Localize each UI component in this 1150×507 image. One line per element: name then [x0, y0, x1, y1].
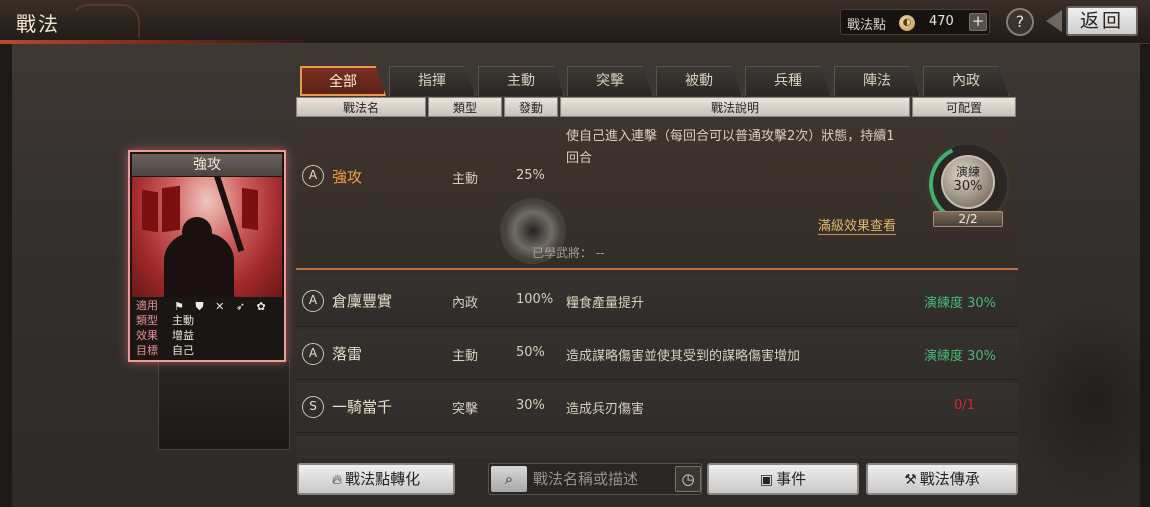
col-trigger-rate[interactable]: 發動 [504, 97, 558, 117]
card-type-key: 類型 [136, 314, 158, 327]
table-row[interactable]: S 一騎當千 突擊 30% 造成兵刃傷害 0/1 [296, 383, 1018, 433]
tab-active[interactable]: 主動 [478, 66, 564, 96]
tactic-type: 主動 [452, 172, 479, 187]
event-button[interactable]: ▣ 事件 [707, 463, 859, 495]
tactic-points-label: 戰法點 [847, 18, 887, 33]
clock-icon[interactable]: ◷ [675, 466, 701, 492]
card-apply-row: 適用 ⚑ ⛊ ✕ ➶ ✿ [134, 298, 284, 313]
card-title: 強攻 [132, 154, 282, 176]
tactic-name: 強攻 [332, 168, 363, 186]
inherit-label: 戰法傳承 [919, 470, 980, 488]
tab-passive[interactable]: 被動 [656, 66, 742, 96]
column-header: 戰法名 類型 發動 戰法說明 可配置 [296, 97, 1018, 117]
convert-points-label: 戰法點轉化 [345, 470, 421, 488]
warrior-head [182, 217, 212, 247]
convert-points-button[interactable]: 🔥︎ 戰法點轉化 [297, 463, 455, 495]
banner-shape [142, 189, 158, 233]
add-points-button[interactable]: + [969, 13, 987, 31]
tactic-type: 主動 [452, 349, 479, 364]
banner-shape [162, 185, 180, 233]
proficiency-value: 演練度 30% [924, 296, 997, 311]
tactic-rate: 100% [516, 292, 554, 307]
table-row[interactable] [296, 436, 1018, 458]
tab-all[interactable]: 全部 [300, 66, 386, 96]
inherit-button[interactable]: ⚒ 戰法傳承 [866, 463, 1018, 495]
tactic-description: 糧食產量提升 [566, 296, 645, 311]
grade-badge: A [302, 165, 324, 187]
selected-tactic-row[interactable]: A 強攻 主動 25% 使自己進入連擊（每回合可以普通攻擊2次）狀態，持續1回合… [296, 120, 1018, 270]
tactic-rate: 50% [516, 345, 545, 360]
tactic-name: 落雷 [332, 345, 363, 363]
col-tactic-name[interactable]: 戰法名 [296, 97, 426, 117]
search-box: ⌕ ◷ [488, 463, 702, 495]
practice-count: 2/2 [933, 211, 1003, 227]
grade-badge: A [302, 343, 324, 365]
back-button[interactable]: 返回 [1046, 6, 1140, 36]
tab-command[interactable]: 指揮 [389, 66, 475, 96]
card-effect-row: 效果 增益 [134, 328, 284, 343]
back-arrow-icon [1046, 10, 1062, 32]
tactic-card: 強攻 適用 ⚑ ⛊ ✕ ➶ ✿ 類型 主動 效果 增益 目標 自己 [128, 150, 286, 362]
practice-button[interactable]: 演練 30% 2/2 [918, 134, 1018, 234]
table-row[interactable]: A 倉廩豐實 內政 100% 糧食產量提升 演練度 30% [296, 277, 1018, 327]
grade-badge: S [302, 396, 324, 418]
col-configurable[interactable]: 可配置 [912, 97, 1016, 117]
tactic-description: 造成謀略傷害並使其受到的謀略傷害增加 [566, 349, 801, 364]
ink-wash-decoration [1010, 300, 1150, 500]
tab-formation[interactable]: 陣法 [834, 66, 920, 96]
tactic-type: 內政 [452, 296, 479, 311]
card-target-value: 自己 [172, 344, 194, 357]
hammer-icon: ⚒ [904, 472, 917, 488]
tactic-name: 倉廩豐實 [332, 292, 393, 310]
banner-shape [242, 187, 258, 231]
learned-generals: 已學武將： -- [532, 246, 605, 260]
practice-medallion: 演練 30% [941, 155, 995, 209]
max-level-effect-link[interactable]: 滿級效果查看 [818, 215, 897, 235]
card-stack-shadow [158, 360, 290, 450]
proficiency-value: 演練度 30% [924, 349, 997, 364]
tactic-list: A 強攻 主動 25% 使自己進入連擊（每回合可以普通攻擊2次）狀態，持續1回合… [296, 118, 1018, 458]
card-apply-key: 適用 [136, 299, 158, 312]
card-type-row: 類型 主動 [134, 313, 284, 328]
category-tabs: 全部 指揮 主動 突擊 被動 兵種 陣法 內政 [300, 66, 1016, 96]
col-description: 戰法說明 [560, 97, 910, 117]
fire-icon: 🔥︎ [331, 472, 343, 488]
card-info: 適用 ⚑ ⛊ ✕ ➶ ✿ 類型 主動 效果 增益 目標 自己 [134, 298, 284, 360]
event-label: 事件 [776, 470, 807, 488]
card-effect-key: 效果 [136, 329, 158, 342]
card-target-row: 目標 自己 [134, 343, 284, 358]
grade-badge: A [302, 290, 324, 312]
card-target-key: 目標 [136, 344, 158, 357]
tab-troop[interactable]: 兵種 [745, 66, 831, 96]
practice-percent: 30% [953, 179, 983, 194]
practice-label: 演練 [955, 165, 980, 179]
tab-assault[interactable]: 突擊 [567, 66, 653, 96]
tactic-points-box: 戰法點 ◐ 470 + [840, 9, 990, 35]
tactic-rate: 30% [516, 398, 545, 413]
help-button[interactable]: ? [1006, 8, 1034, 36]
tactic-points-value: 470 [929, 14, 954, 29]
tab-internal[interactable]: 內政 [923, 66, 1009, 96]
tactic-type: 突擊 [452, 402, 479, 417]
tactic-description: 使自己進入連擊（每回合可以普通攻擊2次）狀態，持續1回合 [566, 129, 895, 166]
card-effect-value: 增益 [172, 329, 194, 342]
col-type[interactable]: 類型 [428, 97, 502, 117]
coin-icon: ◐ [899, 15, 915, 31]
tactic-rate: 25% [516, 168, 545, 183]
card-artwork [132, 177, 282, 297]
proficiency-value: 0/1 [954, 398, 975, 413]
top-bar: 戰法 戰法點 ◐ 470 + ? 返回 [0, 0, 1150, 44]
tactic-name: 一騎當千 [332, 398, 393, 416]
troop-type-icons: ⚑ ⛊ ✕ ➶ ✿ [174, 300, 270, 313]
card-type-value: 主動 [172, 314, 194, 327]
event-icon: ▣ [759, 472, 774, 488]
tactic-description: 造成兵刃傷害 [566, 402, 645, 417]
title-swirl-decoration [70, 4, 140, 40]
back-button-label: 返回 [1066, 6, 1138, 36]
search-input[interactable] [533, 467, 669, 491]
search-icon[interactable]: ⌕ [491, 466, 527, 492]
page-title: 戰法 [16, 12, 60, 36]
table-row[interactable]: A 落雷 主動 50% 造成謀略傷害並使其受到的謀略傷害增加 演練度 30% [296, 330, 1018, 380]
